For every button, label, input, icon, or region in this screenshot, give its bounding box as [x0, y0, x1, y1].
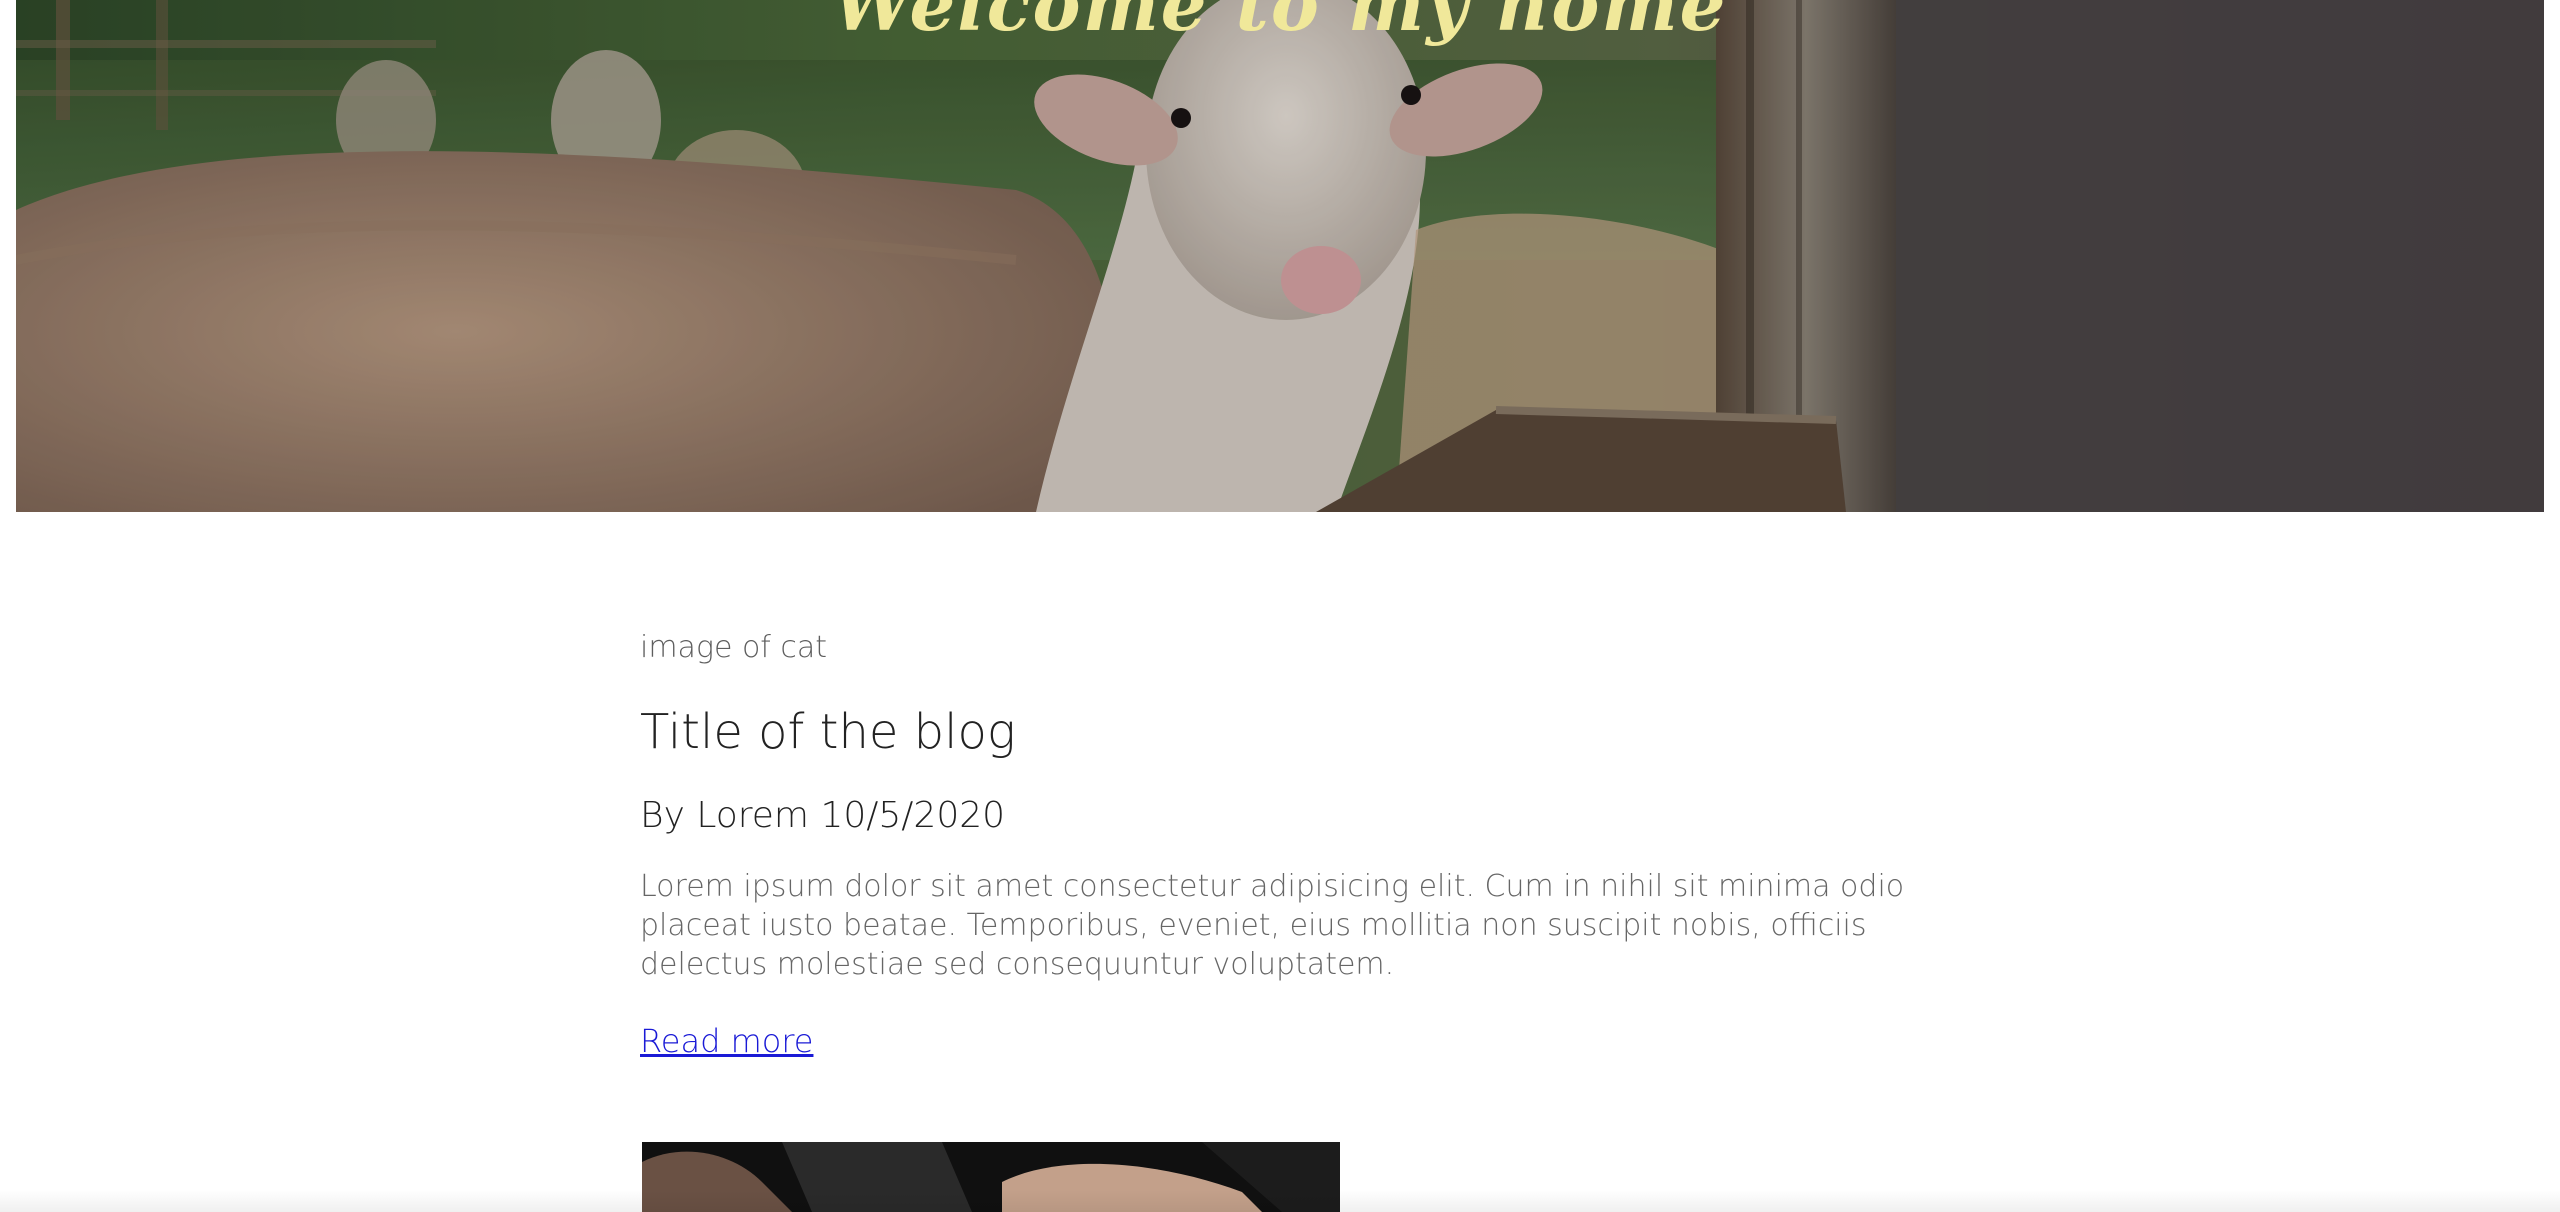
read-more-link[interactable]: Read more [640, 1022, 813, 1060]
post-excerpt: Lorem ipsum dolor sit amet consectetur a… [640, 868, 1905, 982]
hero-title: Welcome to my home [832, 0, 1728, 47]
post-byline: By Lorem 10/5/2020 [640, 794, 1006, 836]
hero-banner: Welcome to my home [16, 0, 2544, 512]
post-title: Title of the blog [640, 704, 1016, 760]
post-image-alt-text: image of cat [640, 630, 828, 665]
hero-sheep-image [16, 0, 2544, 512]
next-post-photo [642, 1142, 1340, 1212]
next-post-image [642, 1142, 1340, 1212]
blog-post: image of cat Title of the blog By Lorem … [640, 630, 1960, 1060]
